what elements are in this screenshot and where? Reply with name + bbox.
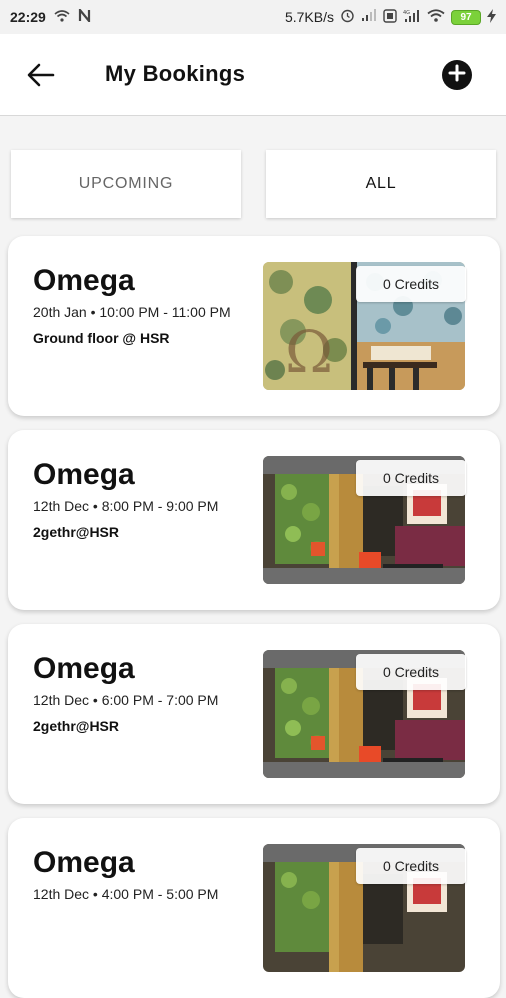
booking-card[interactable]: Omega 20th Jan • 10:00 PM - 11:00 PM Gro…: [8, 236, 500, 416]
plus-circle-icon: [448, 64, 466, 87]
battery-level: 97: [460, 11, 472, 23]
volte-icon: [383, 8, 397, 26]
alarm-icon: [340, 8, 355, 26]
wifi-icon: [54, 9, 70, 25]
tab-upcoming[interactable]: UPCOMING: [11, 150, 241, 218]
booking-name: Omega: [33, 458, 135, 491]
arrow-left-icon: [26, 63, 56, 92]
status-time: 22:29: [10, 9, 46, 25]
filter-tabs: UPCOMING ALL: [0, 116, 506, 236]
signal-icon: [361, 9, 377, 25]
booking-datetime: 12th Dec • 8:00 PM - 9:00 PM: [33, 498, 219, 514]
booking-location: 2gethr@HSR: [33, 524, 119, 540]
booking-datetime: 12th Dec • 6:00 PM - 7:00 PM: [33, 692, 219, 708]
status-bar: 22:29 5.7KB/s 4G 97: [0, 0, 506, 34]
network-speed: 5.7KB/s: [284, 9, 334, 25]
credits-badge: 0 Credits: [356, 460, 466, 496]
battery-icon: 97: [451, 9, 481, 25]
booking-datetime: 20th Jan • 10:00 PM - 11:00 PM: [33, 304, 231, 320]
booking-name: Omega: [33, 652, 135, 685]
booking-name: Omega: [33, 846, 135, 879]
booking-card[interactable]: Omega 12th Dec • 6:00 PM - 7:00 PM 2geth…: [8, 624, 500, 804]
credits-badge: 0 Credits: [356, 654, 466, 690]
booking-location: Ground floor @ HSR: [33, 330, 170, 346]
charging-icon: [487, 8, 496, 26]
credits-badge: 0 Credits: [356, 848, 466, 884]
n-icon: [78, 6, 91, 25]
booking-name: Omega: [33, 264, 135, 297]
add-booking-button[interactable]: [442, 60, 472, 90]
credits-badge: 0 Credits: [356, 266, 466, 302]
back-button[interactable]: [26, 62, 56, 88]
page-title: My Bookings: [105, 61, 246, 86]
wifi-icon: [427, 9, 445, 25]
booking-card[interactable]: Omega 12th Dec • 8:00 PM - 9:00 PM 2geth…: [8, 430, 500, 610]
svg-text:4G: 4G: [403, 10, 410, 16]
booking-card[interactable]: Omega 12th Dec • 4:00 PM - 5:00 PM 0 Cre…: [8, 818, 500, 998]
4g-signal-icon: 4G: [403, 9, 421, 26]
booking-location: 2gethr@HSR: [33, 718, 119, 734]
tab-all[interactable]: ALL: [266, 150, 496, 218]
app-bar: My Bookings: [0, 34, 506, 116]
svg-text:Ω: Ω: [285, 318, 333, 386]
